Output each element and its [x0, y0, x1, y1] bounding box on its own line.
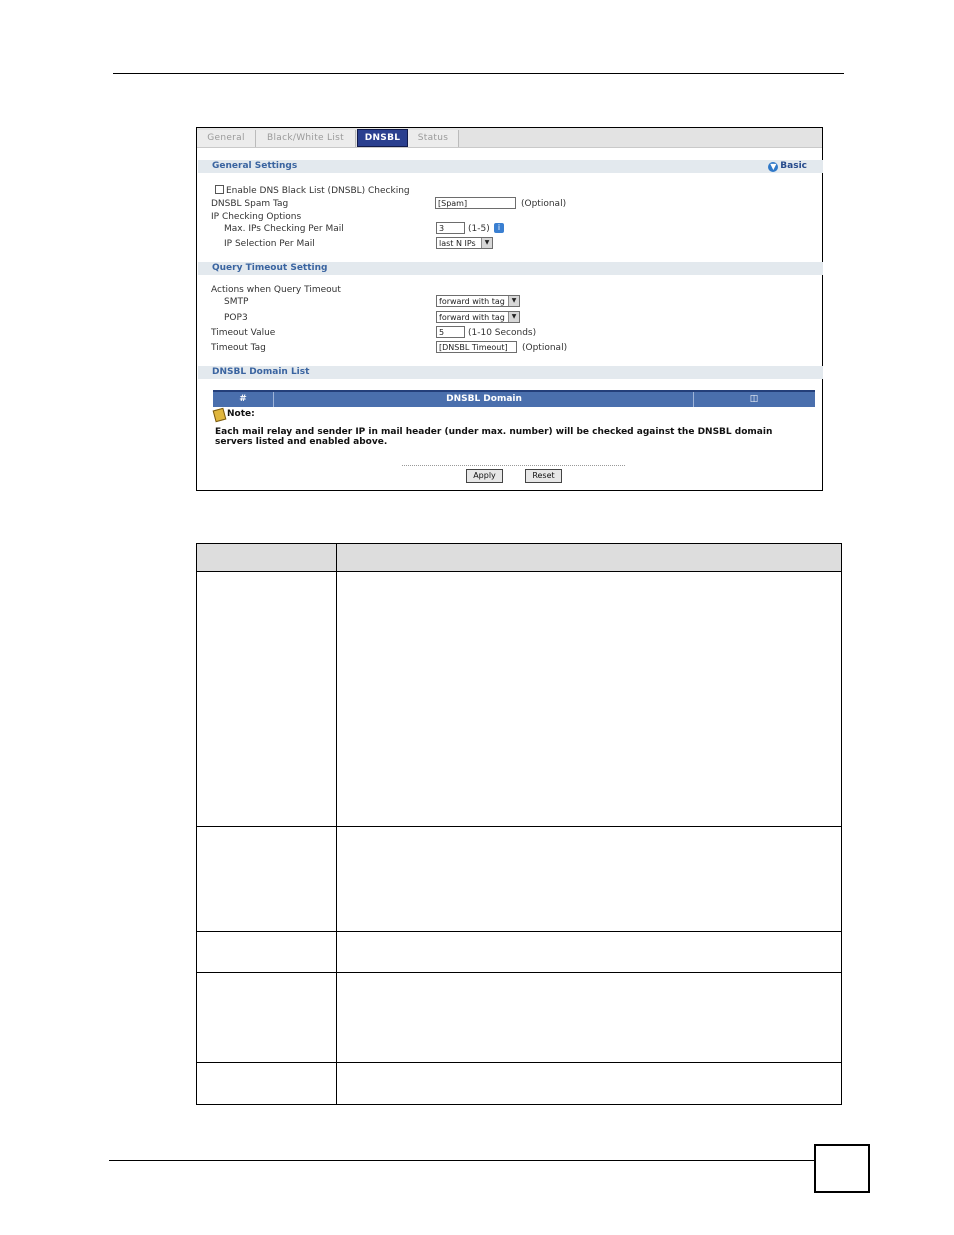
chevron-down-icon: ▼: [508, 296, 519, 306]
ip-selection-label: IP Selection Per Mail: [224, 239, 315, 249]
basic-arrow-icon: ▼: [768, 162, 779, 172]
note-text: Each mail relay and sender IP in mail he…: [215, 427, 773, 447]
row-divider: [197, 826, 841, 827]
chevron-down-icon: ▼: [508, 312, 519, 322]
smtp-action-select[interactable]: forward with tag ▼: [436, 295, 520, 307]
query-timeout-title: Query Timeout Setting: [212, 263, 328, 273]
timeout-value-label: Timeout Value: [211, 328, 276, 338]
max-ips-hint: (1-5): [468, 224, 490, 234]
pop3-action-select[interactable]: forward with tag ▼: [436, 311, 520, 323]
ip-selection-value: last N IPs: [439, 239, 476, 248]
smtp-label: SMTP: [224, 297, 249, 307]
row-divider: [197, 571, 841, 572]
general-settings-title: General Settings: [212, 161, 298, 171]
row-divider: [197, 931, 841, 932]
basic-link[interactable]: ▼ Basic: [768, 160, 807, 173]
timeout-tag-label: Timeout Tag: [211, 343, 266, 353]
enable-dnsbl-label: Enable DNS Black List (DNSBL) Checking: [226, 186, 410, 196]
basic-link-label: Basic: [780, 161, 807, 171]
domain-list-table-header: # DNSBL Domain ◫: [213, 390, 815, 407]
note-pencil-icon: [212, 407, 227, 423]
column-divider: [336, 544, 337, 1104]
timeout-tag-input[interactable]: [DNSBL Timeout]: [436, 341, 517, 353]
max-ips-input[interactable]: 3: [436, 222, 465, 234]
info-icon[interactable]: i: [494, 223, 504, 233]
query-timeout-header: Query Timeout Setting: [198, 262, 823, 275]
reset-button[interactable]: Reset: [525, 469, 562, 483]
add-domain-button[interactable]: ◫: [693, 392, 814, 407]
pop3-action-value: forward with tag: [439, 313, 505, 322]
row-divider: [197, 1062, 841, 1063]
dnsbl-screen: General Black/White List DNSBL Status Ge…: [196, 127, 823, 491]
timeout-tag-hint: (Optional): [522, 343, 568, 353]
column-dnsbl-domain: DNSBL Domain: [273, 392, 694, 407]
spam-tag-input[interactable]: [Spam]: [435, 197, 516, 209]
spam-tag-hint: (Optional): [521, 199, 567, 209]
timeout-value-hint: (1-10 Seconds): [468, 328, 537, 338]
divider: [402, 465, 625, 466]
spam-tag-label: DNSBL Spam Tag: [211, 199, 289, 209]
tab-dnsbl[interactable]: DNSBL: [357, 129, 408, 147]
enable-dnsbl-checkbox[interactable]: [215, 185, 224, 194]
row-divider: [197, 972, 841, 973]
pop3-label: POP3: [224, 313, 248, 323]
header-rule: [113, 73, 844, 74]
general-settings-header: General Settings ▼ Basic: [198, 160, 823, 173]
tab-bar: General Black/White List DNSBL Status: [197, 128, 822, 148]
max-ips-label: Max. IPs Checking Per Mail: [224, 224, 344, 234]
domain-list-header: DNSBL Domain List: [198, 366, 823, 379]
description-table: [196, 543, 842, 1105]
add-entry-icon: ◫: [749, 394, 759, 404]
ip-checking-label: IP Checking Options: [211, 212, 302, 222]
apply-button[interactable]: Apply: [466, 469, 503, 483]
chevron-down-icon: ▼: [481, 238, 492, 248]
tab-general[interactable]: General: [197, 130, 256, 147]
note-label: Note:: [227, 409, 255, 419]
actions-timeout-label: Actions when Query Timeout: [211, 285, 341, 295]
page-number-box: [814, 1144, 870, 1193]
tab-black-white-list[interactable]: Black/White List: [256, 130, 356, 147]
tab-status[interactable]: Status: [408, 130, 459, 147]
footer-rule: [109, 1160, 814, 1161]
description-table-header: [197, 544, 841, 571]
timeout-value-input[interactable]: 5: [436, 326, 465, 338]
domain-list-title: DNSBL Domain List: [212, 367, 310, 377]
smtp-action-value: forward with tag: [439, 297, 505, 306]
ip-selection-select[interactable]: last N IPs ▼: [436, 237, 493, 249]
column-number: #: [239, 394, 247, 404]
